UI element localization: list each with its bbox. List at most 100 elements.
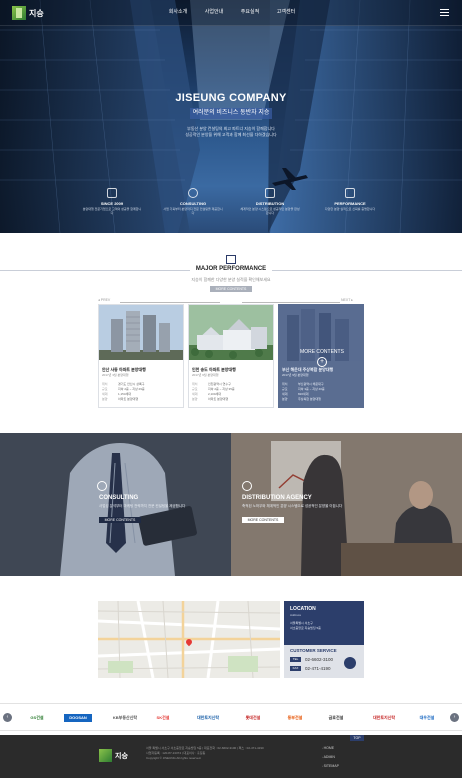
logo-mark-icon	[12, 6, 26, 20]
performance-card-highlighted[interactable]: MORE CONTENTS + 부산 해운대 주상복합 분양대행 2017년 9…	[278, 304, 364, 408]
partner-logo: 대한토지신탁	[196, 715, 220, 720]
section-title: MAJOR PERFORMANCE	[0, 266, 462, 272]
feature-item: DISTRIBUTION 체계적인 분양 시스템으로 성공적인 분양을 완성합니…	[240, 188, 300, 215]
footer-logo[interactable]: 지승	[99, 749, 128, 762]
more-contents-button[interactable]: MORE CONTENTS	[210, 286, 252, 292]
distribution-section: DISTRIBUTION AGENCY 축적된 노하우와 체계적인 분양 시스템…	[231, 433, 462, 576]
footer-logo-mark-icon	[99, 749, 112, 762]
performance-card[interactable]: 인천 송도 아파트 분양대행 2017년 6월 분양대행 위치 인천광역시 연수구…	[188, 304, 274, 408]
detail-row: 분양 아파트 분양대행	[102, 397, 182, 402]
feature-desc: 사업 기획부터 분양까지 전문 컨설팅을 제공합니다	[163, 207, 223, 215]
chart-icon	[265, 188, 275, 198]
distribution-desc: 축적된 노하우와 체계적인 분양 시스템으로 성공적인 분양을 이끕니다	[242, 504, 343, 508]
detail-value: 아파트 분양대행	[118, 397, 139, 401]
feature-title: PERFORMANCE	[334, 201, 366, 206]
divider	[242, 302, 340, 303]
prev-label: PREV	[100, 298, 111, 302]
consulting-more-button[interactable]: MORE CONTENTS	[99, 517, 141, 523]
partner-logo: 롯데건설	[245, 715, 261, 720]
performance-card[interactable]: 안산 사동 아파트 분양대행 2017년 3월 분양대행 위치 경기도 안산시 상…	[98, 304, 184, 408]
card-details: 위치 경기도 안산시 상록구 규모 지하 2층 ~ 지상 29층 세대 1,153세대…	[102, 382, 182, 402]
partners-next-arrow-icon[interactable]: ›	[450, 713, 459, 722]
partner-logo: KB부동산신탁	[112, 715, 138, 720]
footer-link-home[interactable]: HOME	[322, 744, 339, 753]
customer-service-title: CUSTOMER SERVICE	[290, 648, 337, 653]
consulting-icon	[97, 481, 107, 491]
badge-icon	[345, 188, 355, 198]
distribution-icon	[242, 481, 252, 491]
hero-subtitle: 여러분의 비즈니스 동반자 지승	[190, 108, 272, 119]
section-desc: 지승이 함께한 다양한 분양 실적을 확인해보세요	[191, 277, 271, 282]
detail-key: 분양	[102, 397, 108, 401]
feature-item: CONSULTING 사업 기획부터 분양까지 전문 컨설팅을 제공합니다	[163, 188, 223, 215]
address-line2: 서초중앙로 지승빌딩 5층	[290, 626, 321, 630]
distribution-title: DISTRIBUTION AGENCY	[242, 495, 312, 501]
prev-link[interactable]: ◂ PREV	[98, 298, 110, 302]
detail-row: 분양 주상복합 분양대행	[282, 397, 362, 402]
location-title: LOCATION	[290, 606, 316, 612]
section-title-text: MAJOR PERFORMANCE	[189, 266, 273, 272]
feature-desc: 다양한 분양 실적으로 신뢰를 증명합니다	[324, 207, 376, 211]
feature-title: DISTRIBUTION	[255, 201, 285, 206]
card-date: 2017년 3월 분양대행	[102, 373, 129, 377]
card-details: 위치 인천광역시 연수구 규모 지하 2층 ~ 지상 35층 세대 2,100세대 분…	[192, 382, 272, 402]
nav-item-business[interactable]: 사업안내	[196, 8, 232, 15]
card-date: 2017년 6월 분양대행	[192, 373, 219, 377]
main-nav: 회사소개 사업안내 주요실적 고객센터	[160, 8, 304, 15]
distribution-more-button[interactable]: MORE CONTENTS	[242, 517, 284, 523]
card-building-image	[99, 305, 183, 360]
hero-section: 지승 회사소개 사업안내 주요실적 고객센터 JISEUNG COMPANY 여…	[0, 0, 462, 233]
feature-item: SINCE 2009 분양대행 전문기업으로 고객의 성공을 함께합니다	[82, 188, 142, 215]
nav-item-company[interactable]: 회사소개	[160, 8, 196, 15]
detail-value: 주상복합 분양대행	[298, 397, 321, 401]
divider	[120, 302, 220, 303]
footer-link-sitemap[interactable]: SITEMAP	[322, 762, 339, 771]
consulting-section: CONSULTING 사업성 분석부터 마케팅 전략까지 전문 컨설팅을 제공합…	[0, 433, 231, 576]
feature-desc: 분양대행 전문기업으로 고객의 성공을 함께합니다	[82, 207, 142, 215]
footer-logo-text: 지승	[115, 752, 128, 760]
hero-description-line2: 성공적인 분양을 위해 고객과 함께 최선을 다하겠습니다	[185, 132, 277, 137]
footer-info: 서울 특별시 서초구 서초중앙로 지승빌딩 5층 | 대표전화 : 02-660…	[146, 746, 264, 761]
building-icon	[226, 255, 236, 264]
partner-logo: 대우건설	[419, 715, 435, 720]
scroll-top-button[interactable]: TOP	[350, 735, 364, 741]
consulting-title: CONSULTING	[99, 495, 139, 501]
logo[interactable]: 지승	[12, 6, 44, 20]
detail-row: 분양 아파트 분양대행	[192, 397, 272, 402]
tel-label: TEL	[290, 657, 301, 662]
hero-title: JISEUNG COMPANY	[175, 92, 287, 104]
partner-logo: SK건설	[156, 715, 170, 720]
detail-key: 분양	[282, 397, 288, 401]
location-map[interactable]	[98, 601, 280, 678]
feature-title: CONSULTING	[179, 201, 207, 206]
feature-desc: 체계적인 분양 시스템으로 성공적인 분양을 완성합니다	[240, 207, 300, 215]
card-details: 위치 부산광역시 해운대구 규모 지하 3층 ~ 지상 40층 세대 820세대 분양…	[282, 382, 362, 402]
partner-logo: 동부건설	[287, 715, 303, 720]
customer-service-panel: CUSTOMER SERVICE TEL 02-6602-3100 FAX 02…	[284, 645, 364, 678]
next-link[interactable]: NEXT ▸	[341, 298, 353, 302]
nav-item-customer[interactable]: 고객센터	[268, 8, 304, 15]
plus-icon[interactable]: +	[317, 357, 327, 367]
partner-logo-bar: ‹ GS건설 DOOSAN KB부동산신탁 SK건설 대한토지신탁 롯데건설 동…	[0, 703, 462, 731]
partners-prev-arrow-icon[interactable]: ‹	[3, 713, 12, 722]
feature-title: SINCE 2009	[100, 201, 124, 206]
feature-list: SINCE 2009 분양대행 전문기업으로 고객의 성공을 함께합니다 CON…	[0, 188, 462, 226]
hamburger-menu-icon[interactable]	[440, 9, 449, 16]
partner-logo: 대한토지신탁	[372, 715, 396, 720]
location-address: 서울특별시 서초구 서초중앙로 지승빌딩 5층	[290, 621, 360, 631]
tel-number[interactable]: 02-6602-3100	[305, 657, 333, 662]
next-label: NEXT	[341, 298, 351, 302]
footer-links: HOME ADMIN SITEMAP	[322, 744, 339, 771]
location-subtitle: Address	[290, 613, 302, 617]
detail-value: 아파트 분양대행	[208, 397, 229, 401]
top-bar: 지승 회사소개 사업안내 주요실적 고객센터	[0, 0, 462, 26]
footer-link-admin[interactable]: ADMIN	[322, 753, 339, 762]
consulting-desc: 사업성 분석부터 마케팅 전략까지 전문 컨설팅을 제공합니다	[99, 504, 186, 508]
nav-item-performance[interactable]: 주요실적	[232, 8, 268, 15]
page: 지승 회사소개 사업안내 주요실적 고객센터 JISEUNG COMPANY 여…	[0, 0, 462, 778]
card-date: 2017년 9월 분양대행	[282, 373, 309, 377]
partner-logo: 금호건설	[328, 715, 344, 720]
partner-logo: DOOSAN	[64, 714, 92, 722]
partner-logo: GS건설	[30, 715, 44, 720]
logo-text: 지승	[29, 8, 44, 18]
